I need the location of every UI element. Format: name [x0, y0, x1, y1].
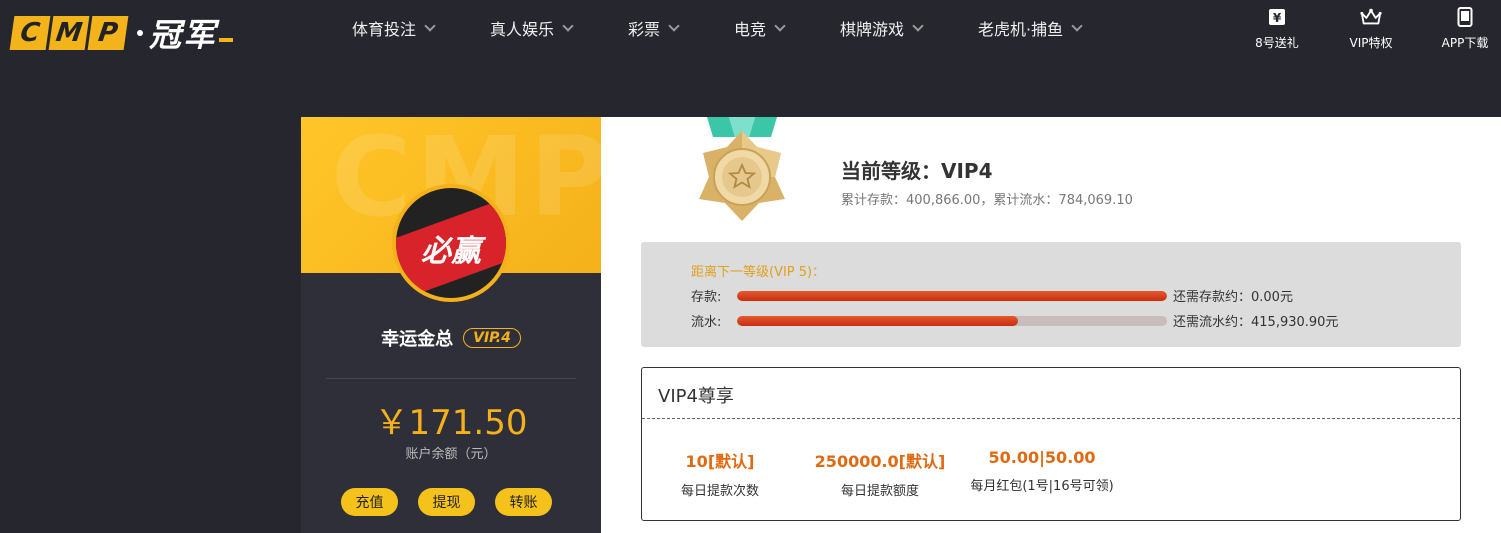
withdraw-button[interactable]: 提现: [418, 488, 475, 516]
next-level-progress: 距离下一等级(VIP 5)： 存款: 还需存款约：0.00元 流水: 还需流水约…: [641, 242, 1461, 347]
logo-text: 冠军: [149, 16, 218, 54]
turnover-progress-row: 流水: 还需流水约：415,930.90元: [691, 311, 1338, 330]
logo-dash: [219, 38, 234, 42]
wallet-actions: 充值 提现 转账: [341, 488, 572, 516]
profile-divider: [326, 378, 576, 379]
nav-item-sports[interactable]: 体育投注: [352, 0, 490, 56]
progress-track: [737, 290, 1167, 301]
perk-label: 每月红包(1号|16号可领): [970, 479, 1114, 494]
app-download-label: APP下载: [1441, 36, 1489, 50]
username-row: 幸运金总 VIP.4: [301, 325, 601, 351]
current-level-title: 当前等级：VIP4: [841, 159, 993, 183]
nav-item-esports[interactable]: 电竞: [734, 0, 840, 56]
vip-badge: VIP.4: [463, 328, 521, 348]
perk-value: 50.00|50.00: [988, 448, 1096, 467]
top-header: C M P 冠军 体育投注 真人娱乐 彩票 电竞 棋牌游戏 老虎机·捕鱼 ¥ 8…: [0, 0, 1501, 56]
level-summary: 累计存款：400,866.00，累计流水：784,069.10: [841, 193, 1133, 208]
ticket-icon: ¥: [1266, 6, 1288, 28]
vip-perks-box: VIP4尊享 10[默认] 每日提款次数 250000.0[默认] 每日提款额度…: [641, 367, 1461, 521]
vip-privilege-link[interactable]: VIP特权: [1341, 6, 1401, 51]
nav-item-slots-fishing[interactable]: 老虎机·捕鱼: [978, 0, 1108, 56]
dashed-divider: [642, 418, 1460, 419]
progress-track: [737, 315, 1167, 326]
logo-letter: C: [9, 16, 51, 50]
app-download-link[interactable]: APP下载: [1435, 6, 1495, 51]
logo-dot: [137, 30, 143, 36]
account-balance-label: 账户余额（元）: [405, 447, 497, 462]
perk-value: 10[默认]: [685, 452, 755, 471]
logo-letter: P: [87, 16, 129, 50]
chevron-down-icon: [774, 20, 786, 32]
deposit-remaining: 还需存款约：0.00元: [1173, 290, 1293, 305]
tablet-icon: [1454, 6, 1476, 28]
chevron-down-icon: [424, 20, 436, 32]
medal-icon: [689, 117, 795, 227]
header-shortcuts: ¥ 8号送礼 VIP特权 APP下载: [1213, 6, 1501, 51]
deposit-progress-fill: [737, 290, 1167, 301]
perk-daily-withdraw-limit: 250000.0[默认] 每日提款额度: [812, 448, 948, 499]
account-balance: ￥171.50: [374, 403, 528, 443]
perk-label: 每日提款额度: [840, 484, 919, 499]
nav-item-label: 真人娱乐: [490, 20, 555, 39]
nav-item-lottery[interactable]: 彩票: [628, 0, 734, 56]
crown-icon: [1360, 6, 1382, 28]
nav-item-live-casino[interactable]: 真人娱乐: [490, 0, 628, 56]
svg-text:¥: ¥: [1273, 11, 1282, 25]
perk-daily-withdraw-count: 10[默认] 每日提款次数: [678, 448, 762, 499]
progress-label: 流水:: [691, 315, 722, 330]
perk-value: 250000.0[默认]: [814, 452, 946, 471]
logo-letter: M: [48, 16, 90, 50]
transfer-button[interactable]: 转账: [495, 488, 552, 516]
vip-privilege-label: VIP特权: [1349, 36, 1393, 50]
chevron-down-icon: [562, 20, 574, 32]
avatar-text: 必赢: [421, 234, 481, 269]
deposit-button[interactable]: 充值: [341, 488, 398, 516]
perk-label: 每日提款次数: [680, 484, 759, 499]
progress-title: 距离下一等级(VIP 5)：: [691, 265, 826, 280]
nav-item-label: 老虎机·捕鱼: [978, 20, 1064, 39]
vip-perks-title: VIP4尊享: [658, 386, 734, 407]
nav-item-label: 棋牌游戏: [840, 20, 905, 39]
nav-item-label: 彩票: [628, 20, 661, 39]
progress-label: 存款:: [691, 290, 722, 305]
vip-panel: 当前等级：VIP4 累计存款：400,866.00，累计流水：784,069.1…: [601, 117, 1501, 533]
chevron-down-icon: [668, 20, 680, 32]
nav-item-label: 电竞: [734, 20, 767, 39]
gift-link-label: 8号送礼: [1255, 36, 1299, 50]
deposit-progress-row: 存款: 还需存款约：0.00元: [691, 286, 1293, 305]
chevron-down-icon: [912, 20, 924, 32]
main-nav: 体育投注 真人娱乐 彩票 电竞 棋牌游戏 老虎机·捕鱼: [352, 0, 1108, 56]
nav-item-card-games[interactable]: 棋牌游戏: [840, 0, 978, 56]
nav-item-label: 体育投注: [352, 20, 417, 39]
perk-monthly-red-packet: 50.00|50.00 每月红包(1号|16号可领): [962, 448, 1122, 494]
turnover-remaining: 还需流水约：415,930.90元: [1173, 315, 1339, 330]
profile-card: CMP 必赢 幸运金总 VIP.4 ￥171.50 账户余额（元） 充值 提现 …: [301, 117, 601, 533]
gift-link[interactable]: ¥ 8号送礼: [1247, 6, 1307, 51]
turnover-progress-fill: [737, 315, 1019, 326]
avatar[interactable]: 必赢: [392, 184, 510, 302]
site-logo[interactable]: C M P 冠军: [9, 10, 234, 56]
username: 幸运金总: [381, 329, 454, 350]
chevron-down-icon: [1071, 20, 1083, 32]
